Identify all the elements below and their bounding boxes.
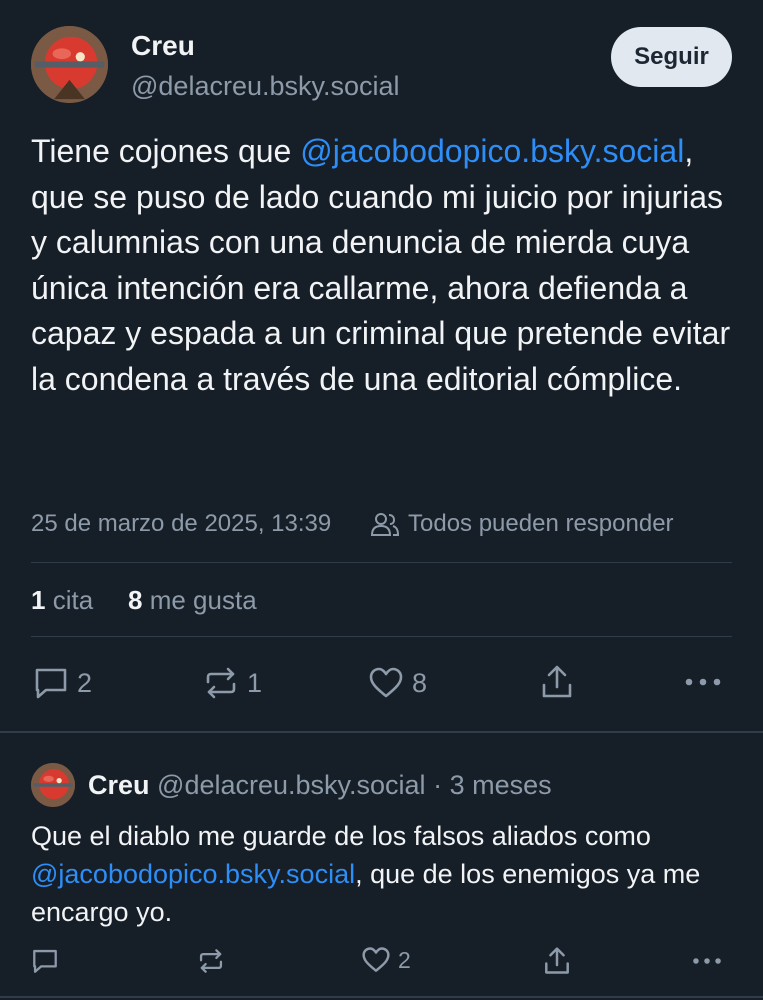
share-icon (542, 665, 572, 698)
reply-count: 2 (77, 667, 93, 698)
like-count: 8 (412, 667, 428, 698)
likes-stat[interactable]: 8 me gusta (128, 585, 257, 616)
author-handle[interactable]: @delacreu.bsky.social (131, 71, 400, 102)
repost-icon (206, 667, 236, 699)
reply-reply-button[interactable] (31, 948, 59, 974)
people-icon (370, 511, 400, 537)
follow-button-label: Seguir (634, 43, 709, 70)
section-divider (0, 731, 763, 733)
reply-share-button[interactable] (543, 946, 571, 976)
like-button[interactable]: 8 (368, 666, 427, 700)
reply-mention-link[interactable]: @jacobodopico.bsky.social (31, 859, 355, 889)
reply-more-options-button[interactable] (692, 953, 722, 969)
more-icon (693, 958, 721, 964)
reply-like-count: 2 (398, 946, 411, 973)
author-avatar[interactable] (31, 26, 108, 103)
more-icon (685, 678, 721, 686)
post-text-start: Tiene cojones que (31, 133, 301, 169)
reply-age[interactable]: · 3 meses (433, 770, 552, 800)
post-text-end: , que se puso de lado cuando mi juicio p… (31, 133, 731, 397)
heart-icon (362, 947, 390, 972)
more-options-button[interactable] (684, 672, 722, 692)
mention-link[interactable]: @jacobodopico.bsky.social (300, 133, 684, 169)
reply-text-start: Que el diablo me guarde de los falsos al… (31, 821, 651, 851)
reply-header: Creu @delacreu.bsky.social · 3 meses (88, 770, 552, 801)
bottom-divider (0, 996, 763, 998)
repost-icon (199, 949, 223, 973)
reply-setting[interactable]: Todos pueden responder (408, 510, 674, 538)
post-text: Tiene cojones que @jacobodopico.bsky.soc… (31, 129, 731, 402)
quotes-stat[interactable]: 1 cita (31, 585, 93, 616)
reply-repost-button[interactable] (197, 948, 225, 974)
likes-label: me gusta (149, 585, 257, 615)
reply-author-handle[interactable]: @delacreu.bsky.social (157, 770, 426, 800)
share-icon (545, 947, 569, 974)
quotes-label: cita (52, 585, 94, 615)
divider (31, 562, 732, 563)
divider (31, 636, 732, 637)
likes-count: 8 (128, 585, 143, 615)
repost-count: 1 (247, 667, 263, 698)
share-button[interactable] (540, 664, 574, 700)
reply-author-name[interactable]: Creu (88, 770, 150, 800)
follow-button[interactable]: Seguir (611, 27, 732, 87)
quotes-count: 1 (31, 585, 46, 615)
reply-button[interactable]: 2 (33, 666, 92, 700)
reply-text: Que el diablo me guarde de los falsos al… (31, 817, 721, 931)
reply-author-avatar[interactable] (31, 763, 75, 807)
repost-button[interactable]: 1 (203, 666, 262, 700)
post-timestamp[interactable]: 25 de marzo de 2025, 13:39 (31, 510, 331, 538)
reply-icon (35, 668, 67, 699)
reply-icon (33, 949, 57, 973)
heart-icon (369, 667, 403, 698)
reply-like-button[interactable]: 2 (361, 946, 411, 974)
author-name[interactable]: Creu (131, 30, 195, 62)
